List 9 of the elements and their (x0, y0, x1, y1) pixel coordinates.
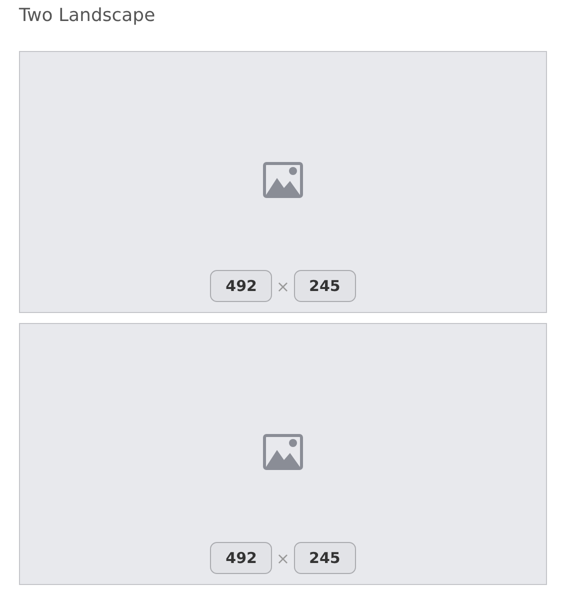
image-icon (263, 434, 303, 470)
width-value: 492 (210, 270, 272, 302)
image-icon (263, 162, 303, 198)
width-value: 492 (210, 542, 272, 574)
height-value: 245 (294, 270, 356, 302)
section-title: Two Landscape (19, 4, 156, 28)
times-sign: × (276, 276, 290, 296)
times-sign: × (276, 548, 290, 568)
height-value: 245 (294, 542, 356, 574)
